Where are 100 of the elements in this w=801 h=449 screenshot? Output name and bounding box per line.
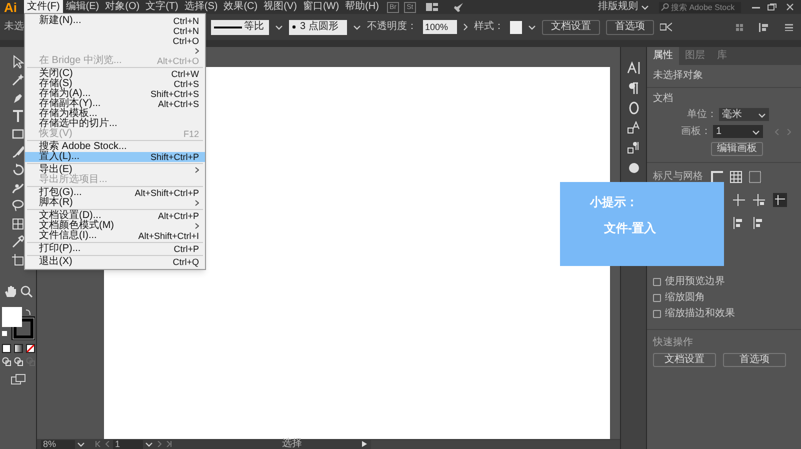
brush-dropdown[interactable]: 3 点圆形 — [289, 20, 347, 34]
menu-entry[interactable]: 搜索 Adobe Stock... — [25, 142, 205, 152]
menu-entry[interactable]: 导出(E) — [25, 165, 205, 175]
menu-entry[interactable]: Ctrl+O — [25, 36, 205, 46]
caret-icon[interactable] — [145, 441, 153, 447]
menu-entry[interactable]: 置入(L)... Shift+Ctrl+P — [25, 152, 205, 162]
draw-normal-icon[interactable] — [2, 357, 10, 366]
character-style-icon[interactable] — [626, 121, 640, 135]
zoom-dropdown[interactable]: 8% — [41, 440, 75, 448]
menu-entry[interactable]: 打印(P)... Ctrl+P — [25, 244, 205, 254]
menu-item[interactable]: 窗口(W) — [300, 0, 342, 14]
menu-entry[interactable]: 关闭(C) Ctrl+W — [25, 69, 205, 79]
eyedropper-icon[interactable] — [11, 235, 25, 249]
artboard-dropdown[interactable]: 1 — [713, 125, 763, 138]
menu-entry[interactable]: 存储为(A)... Shift+Ctrl+S — [25, 89, 205, 99]
zoom-icon[interactable] — [20, 285, 32, 298]
align-icon[interactable] — [759, 22, 769, 32]
checkbox[interactable] — [653, 310, 661, 318]
menu-entry[interactable]: 存储副本(Y)... Alt+Ctrl+S — [25, 99, 205, 109]
toolbar-button[interactable]: 首选项 — [606, 20, 654, 34]
quick-action-button[interactable]: 文档设置 — [653, 353, 716, 367]
menu-entry[interactable]: 退出(X) Ctrl+Q — [25, 257, 205, 267]
ruler-icon[interactable] — [711, 171, 723, 183]
rectangle-icon[interactable] — [11, 127, 25, 141]
close-icon[interactable] — [785, 3, 795, 11]
wand-icon[interactable] — [11, 73, 25, 87]
mesh-icon[interactable] — [11, 217, 25, 231]
type-icon[interactable] — [11, 109, 25, 123]
menu-item[interactable]: 对象(O) — [102, 0, 143, 14]
play-icon[interactable] — [362, 441, 367, 447]
horizontal-scrollbar[interactable] — [371, 440, 620, 448]
brush-icon[interactable] — [11, 145, 25, 159]
stroke-profile-dropdown[interactable]: 等比 — [211, 20, 269, 34]
menu-entry[interactable]: 存储(S) Ctrl+S — [25, 79, 205, 89]
last-page-icon[interactable] — [166, 441, 172, 447]
color-mode-icon[interactable] — [2, 344, 10, 353]
checkbox[interactable] — [653, 278, 661, 286]
pen-icon[interactable] — [11, 91, 25, 105]
lasso-icon[interactable] — [11, 199, 25, 213]
grid-icon[interactable] — [730, 171, 742, 183]
selection-tool-icon[interactable] — [11, 55, 25, 69]
align-to-icon[interactable] — [733, 217, 745, 229]
menu-item[interactable]: 文件(F) — [24, 0, 63, 14]
panel-tab[interactable]: 属性 — [647, 47, 679, 65]
menu-item[interactable]: 编辑(E) — [62, 0, 102, 14]
caret-icon[interactable] — [353, 24, 361, 30]
menu-item[interactable]: 效果(C) — [220, 0, 261, 14]
workspace-switcher[interactable]: 排版规则 — [598, 2, 649, 12]
align-to-icon[interactable] — [753, 217, 765, 229]
character-icon[interactable] — [626, 61, 640, 75]
first-page-icon[interactable] — [95, 441, 101, 447]
restore-icon[interactable] — [767, 3, 777, 11]
menu-entry[interactable]: 打包(G)... Alt+Shift+Ctrl+P — [25, 188, 205, 198]
transform-icon[interactable] — [660, 22, 672, 32]
dotted-grid-icon[interactable] — [749, 171, 761, 183]
sun-icon[interactable] — [626, 161, 640, 175]
chevron-icon[interactable] — [463, 23, 468, 31]
unit-dropdown[interactable]: 毫米 — [719, 108, 769, 121]
guides-icon[interactable] — [733, 194, 745, 206]
caret-icon[interactable] — [528, 24, 536, 30]
caret-icon[interactable] — [77, 441, 85, 447]
checkbox[interactable] — [653, 294, 661, 302]
opentype-icon[interactable] — [626, 101, 640, 115]
grid-icon[interactable] — [736, 24, 743, 30]
fill-stroke-icon[interactable] — [1, 306, 35, 340]
paragraph-style-icon[interactable] — [626, 141, 640, 155]
opacity-field[interactable]: 100% — [423, 20, 457, 34]
warp-icon[interactable] — [11, 181, 25, 195]
menu-entry[interactable]: 脚本(R) — [25, 198, 205, 208]
menu-item[interactable]: 文字(T) — [142, 0, 182, 14]
none-icon[interactable] — [26, 344, 34, 353]
gradient-icon[interactable] — [14, 344, 22, 353]
toolbar-button[interactable]: 文档设置 — [542, 20, 600, 34]
menu-entry[interactable]: 存储选中的切片... — [25, 119, 205, 129]
panel-menu-icon[interactable] — [785, 24, 793, 30]
next-page-icon[interactable] — [157, 441, 162, 447]
menu-entry[interactable]: 新建(N)... Ctrl+N — [25, 16, 205, 26]
page-field[interactable]: 1 — [113, 440, 143, 448]
search-field[interactable]: 搜索 Adobe Stock — [659, 2, 741, 12]
menu-entry[interactable]: 文档设置(D)... Alt+Ctrl+P — [25, 211, 205, 221]
lock-guides-icon[interactable] — [753, 194, 765, 206]
artboard-icon[interactable] — [11, 253, 25, 267]
menu-entry[interactable]: 存储为模板... — [25, 109, 205, 119]
draw-behind-icon[interactable] — [14, 357, 22, 366]
menu-item[interactable]: 选择(S) — [181, 0, 221, 14]
rotate-icon[interactable] — [11, 163, 25, 177]
menu-item[interactable]: 帮助(H) — [342, 0, 382, 14]
menu-item[interactable]: 视图(V) — [260, 0, 300, 14]
quick-action-button[interactable]: 首选项 — [723, 353, 786, 367]
hand-icon[interactable] — [4, 285, 16, 298]
paragraph-icon[interactable] — [626, 81, 640, 95]
edit-artboard-button[interactable]: 编辑画板 — [711, 142, 763, 156]
style-swatch[interactable] — [510, 20, 522, 34]
rocket-icon[interactable] — [454, 2, 464, 12]
menu-entry[interactable]: 文档颜色模式(M) — [25, 221, 205, 231]
smart-guides-icon[interactable] — [773, 193, 787, 207]
caret-icon[interactable] — [275, 24, 283, 30]
menu-entry[interactable]: 文件信息(I)... Alt+Shift+Ctrl+I — [25, 231, 205, 241]
screen-mode-icon[interactable] — [10, 374, 26, 385]
menu-entry[interactable]: Ctrl+N — [25, 26, 205, 36]
